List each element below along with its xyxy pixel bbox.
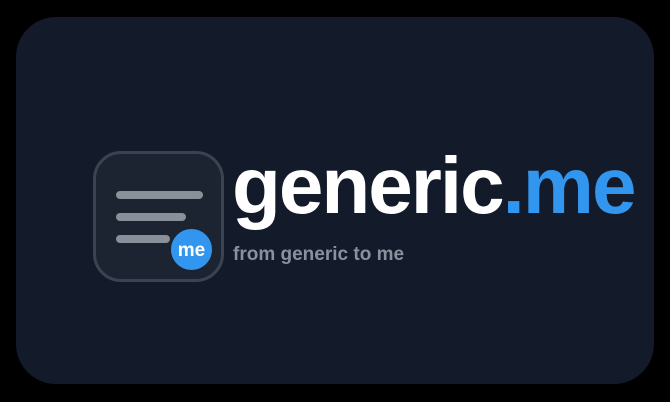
- document-lines-icon: me: [93, 151, 224, 282]
- brand-name-accent: .me: [502, 141, 637, 230]
- brand-name-main: generic: [232, 141, 505, 230]
- text-line-2: [116, 213, 186, 221]
- brand-wordmark: generic.me: [232, 140, 637, 232]
- me-badge: me: [169, 227, 214, 272]
- brand-tagline: from generic to me: [233, 244, 405, 265]
- text-line-1: [116, 191, 203, 199]
- text-line-3: [116, 235, 170, 243]
